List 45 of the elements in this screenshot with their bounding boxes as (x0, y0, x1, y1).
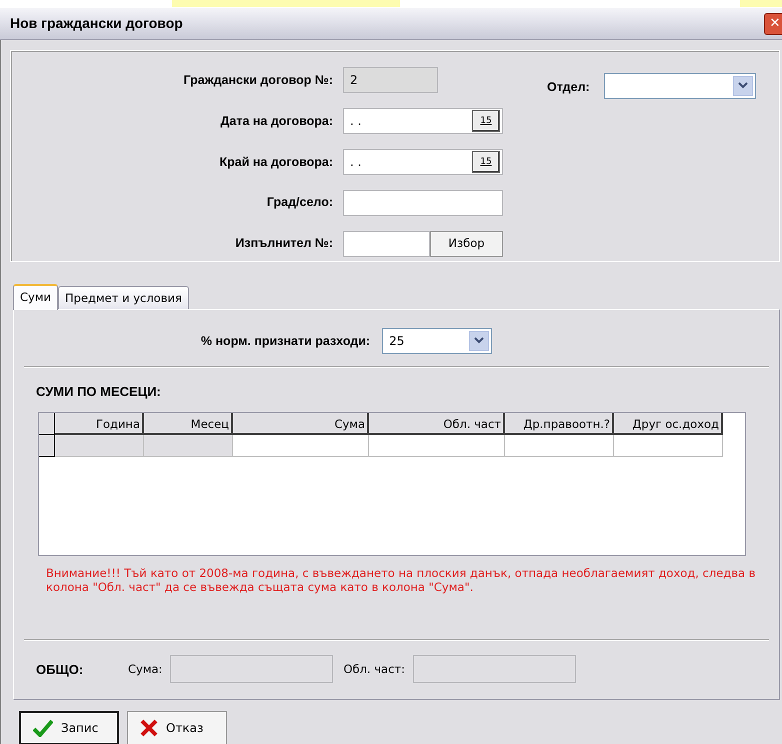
choose-button[interactable]: Избор (430, 230, 503, 257)
date-value: . . (350, 154, 362, 171)
column-header[interactable]: Др.правоотн.? (505, 412, 614, 434)
column-header[interactable]: Сума (233, 412, 369, 434)
highlight-mark (740, 0, 782, 7)
city-field[interactable] (343, 190, 503, 216)
tab[interactable]: Предмет и условия (58, 286, 189, 309)
date-field[interactable]: . . 15 (343, 148, 503, 175)
dialog-button[interactable]: Запис (19, 711, 119, 744)
date-field[interactable]: . . 15 (343, 108, 503, 134)
contractor-field[interactable] (343, 230, 430, 257)
header-corner (39, 412, 55, 434)
expenses-label: % норм. признати разходи: (200, 332, 370, 350)
field-label: Град/село: (266, 194, 333, 212)
table-cell[interactable] (369, 434, 505, 456)
table-cell[interactable] (505, 434, 614, 456)
column-header[interactable]: Обл. част (369, 412, 505, 434)
table-cell[interactable] (614, 434, 723, 456)
total-label: Обл. част: (343, 660, 405, 678)
dialog-button[interactable]: Отказ (127, 711, 227, 744)
tab[interactable]: Суми (13, 284, 58, 310)
department-dropdown[interactable] (604, 73, 756, 99)
check-icon (33, 719, 53, 737)
date-value: . . (350, 113, 362, 130)
column-header[interactable]: Година (55, 412, 144, 434)
field-label: Граждански договор №: (182, 72, 333, 90)
column-header[interactable]: Месец (144, 412, 233, 434)
field-label: Изпълнител №: (234, 235, 333, 252)
warning-text: Внимание!!! Тъй като от 2008-ма година, с въвеждането на плоския данък, отпада необлагаемият доход, следва в колона "Обл. част" да се въвежда същата сума като в колона "Сума". (46, 566, 757, 596)
table-cell[interactable] (233, 434, 369, 456)
cross-icon (140, 719, 158, 737)
calendar-button[interactable]: 15 (472, 150, 500, 173)
window-title: Нов граждански договор (10, 14, 183, 33)
row-indicator[interactable] (39, 434, 55, 456)
expenses-dropdown[interactable]: 25 (382, 328, 492, 354)
calendar-button[interactable]: 15 (472, 110, 500, 132)
field-label: Край на договора: (218, 154, 333, 171)
close-button[interactable]: ✕ (764, 12, 782, 34)
column-header[interactable]: Друг ос.доход (614, 412, 723, 434)
field-label: Дата на договора: (219, 112, 333, 130)
total-label: Сума: (128, 660, 162, 678)
totals-label: ОБЩО: (36, 660, 84, 679)
grid-heading: СУМИ ПО МЕСЕЦИ: (36, 383, 162, 401)
contract-number-field: 2 (343, 67, 438, 94)
department-label: Отдел: (547, 79, 590, 96)
